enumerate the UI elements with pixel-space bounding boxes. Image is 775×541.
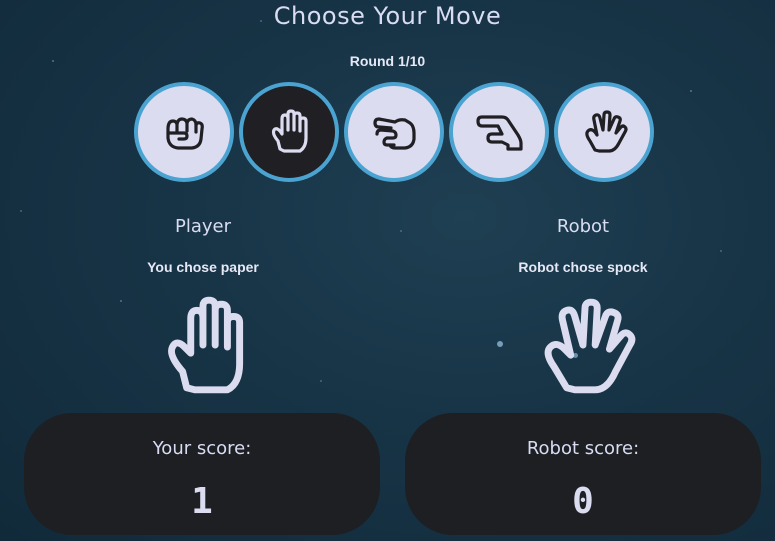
hand-paper-icon [271,109,308,153]
move-rock-button[interactable] [134,82,234,182]
move-spock-button[interactable] [554,82,654,182]
hand-fist-icon [166,117,204,150]
hand-paper-icon [168,296,244,394]
page-title: Choose Your Move [273,2,502,30]
hand-spock-icon [544,298,636,394]
star [400,230,402,232]
star [320,380,322,382]
player-title: Player [174,216,231,237]
robot-score-card: Robot score: 0 [405,413,761,535]
move-selector [0,82,775,182]
hand-spock-icon [585,110,628,153]
player-score-card: Your score: 1 [24,413,380,535]
move-scissors-button[interactable] [344,82,444,182]
player-score-label: Your score: [152,438,252,459]
round-indicator: Round 1/10 [349,53,426,69]
player-choice-text: You chose paper [147,259,259,275]
player-hand [150,290,260,400]
move-paper-button[interactable] [239,82,339,182]
star [120,300,122,302]
hand-scissors-icon [373,117,416,150]
robot-title: Robot [556,216,610,237]
star [497,341,503,347]
star [720,250,722,252]
player-score-value: 1 [191,481,213,522]
robot-hand [530,290,640,400]
robot-choice-text: Robot chose spock [518,259,648,275]
star [20,210,22,212]
robot-score-value: 0 [572,481,594,522]
move-lizard-button[interactable] [449,82,549,182]
hand-lizard-icon [476,115,523,151]
robot-score-label: Robot score: [526,438,640,459]
